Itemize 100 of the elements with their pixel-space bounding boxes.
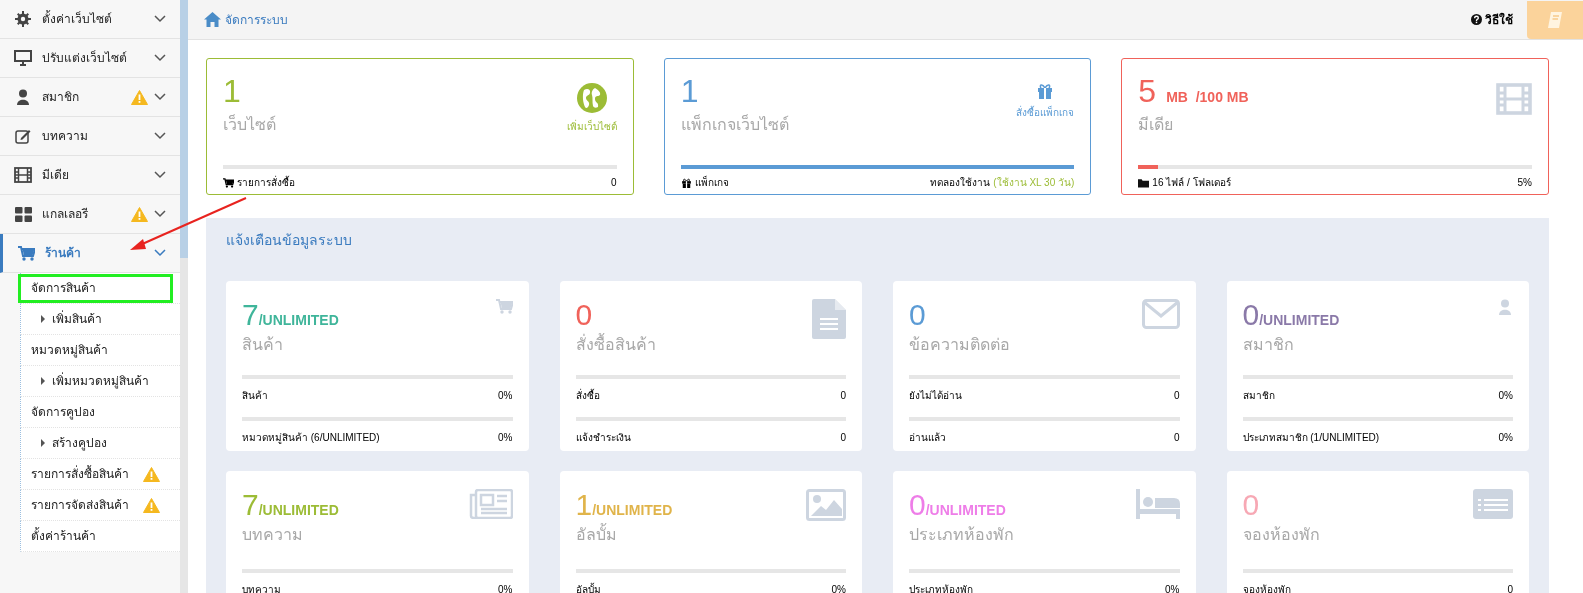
stat-label: เว็บไซต์ xyxy=(223,113,276,135)
grid-icon xyxy=(12,206,34,222)
book-icon xyxy=(1546,10,1564,29)
caret-icon xyxy=(41,315,45,323)
home-icon xyxy=(204,12,221,27)
stat-value: 0 xyxy=(909,299,926,331)
chevron-icon xyxy=(154,171,166,179)
folder-icon xyxy=(1138,177,1150,188)
row-label: อ่านแล้ว xyxy=(909,431,946,445)
row-label: อัลบั้ม xyxy=(575,582,601,593)
stat-label: บทความ xyxy=(242,525,304,545)
help-icon xyxy=(1471,14,1482,25)
breadcrumb-link[interactable]: จัดการระบบ xyxy=(225,10,288,29)
newspaper-icon xyxy=(468,489,513,519)
row-value: 0 xyxy=(1507,583,1513,593)
footer-note: (ใช้งาน XL 30 วัน) xyxy=(993,176,1075,190)
bed-icon xyxy=(1135,489,1180,519)
row-label: ประเภทห้องพัก xyxy=(909,583,973,593)
row-value: 0 xyxy=(840,389,846,403)
row-value: 0% xyxy=(831,583,846,593)
stat-label: แพ็กเกจเว็บไซต์ xyxy=(680,113,789,135)
cart-icon xyxy=(15,245,37,261)
stat-label: สินค้า xyxy=(242,335,284,355)
gear-icon xyxy=(12,11,34,27)
list-icon xyxy=(1473,489,1513,519)
stat-value: 1 xyxy=(680,73,699,109)
sidebar-item[interactable]: แกลเลอรี xyxy=(0,195,180,234)
stat-value: 7 xyxy=(242,489,259,521)
stat-value: 1 xyxy=(223,73,241,109)
panel-title: แจ้งเตือนข้อมูลระบบ xyxy=(226,231,353,251)
stat-value: 0 xyxy=(909,489,926,521)
footer-value: 5% xyxy=(1517,176,1532,190)
chevron-icon xyxy=(154,132,166,140)
edit-icon xyxy=(12,128,34,144)
row-value: 0% xyxy=(1498,431,1513,445)
row-label: สมาชิก xyxy=(1242,389,1275,403)
chevron-icon xyxy=(154,210,166,218)
row-label: บทความ xyxy=(242,583,281,593)
row-label: ยังไม่ได้อ่าน xyxy=(909,389,962,403)
chevron-icon xyxy=(154,249,166,257)
sidebar-item[interactable]: ตั้งค่าเว็บไซต์ xyxy=(0,0,180,39)
stat-label: มีเดีย xyxy=(1138,115,1175,135)
row-value: 0% xyxy=(498,583,513,593)
row-value: 0% xyxy=(1165,583,1180,593)
row-value: 0 xyxy=(840,431,846,445)
row-value: 0 xyxy=(1173,389,1180,403)
stat-value: 7 xyxy=(242,299,259,331)
stat-value: 5 xyxy=(1138,73,1157,109)
row-label: หมวดหมู่สินค้า (6/UNLIMITED) xyxy=(242,431,380,445)
footer-value: 0 xyxy=(611,176,617,190)
gift-icon xyxy=(680,177,692,188)
scrollbar-thumb[interactable] xyxy=(180,0,188,258)
footer-label: แพ็กเกจ xyxy=(694,175,729,190)
monitor-icon xyxy=(12,50,34,66)
sidebar-item[interactable]: มีเดีย xyxy=(0,156,180,195)
chevron-icon xyxy=(154,15,166,23)
gift-icon xyxy=(1037,83,1054,99)
footer-label: รายการสั่งซื้อ xyxy=(237,175,295,190)
stat-label: ข้อความติดต่อ xyxy=(909,335,1010,355)
row-label: แจ้งชำระเงิน xyxy=(575,431,631,445)
stat-label: จองห้องพัก xyxy=(1242,525,1320,545)
row-label: ประเภทสมาชิก (1/UNLIMITED) xyxy=(1242,431,1380,445)
manual-button[interactable] xyxy=(1527,0,1583,39)
film-icon xyxy=(1496,83,1532,115)
stat-unit: /UNLIMITED xyxy=(258,502,339,520)
row-label: สั่งซื้อ xyxy=(575,388,600,403)
row-label: สินค้า xyxy=(242,389,268,403)
sidebar-item[interactable]: สมาชิก xyxy=(0,78,180,117)
chevron-icon xyxy=(154,93,166,101)
footer-value: ทดลองใช้งาน xyxy=(930,176,991,190)
caret-icon xyxy=(41,377,45,385)
stat-value: 0 xyxy=(1242,299,1260,331)
stat-label: อัลบั้ม xyxy=(575,523,673,547)
stat-label: ประเภทห้องพัก xyxy=(909,525,1014,545)
globe-icon xyxy=(576,83,607,113)
film-icon xyxy=(12,167,34,183)
stat-label: สั่งซื้อสินค้า xyxy=(575,333,656,357)
stat-unit: MB /100 MB xyxy=(1166,88,1249,107)
row-value: 0% xyxy=(1498,389,1513,403)
stat-value: 1 xyxy=(575,489,593,521)
row-value: 0% xyxy=(498,431,513,445)
row-value: 0 xyxy=(1173,431,1180,445)
footer-label: 16 ไฟล์ / โฟลเดอร์ xyxy=(1152,176,1231,190)
submenu-item[interactable]: จัดการสินค้า xyxy=(18,273,173,303)
document-icon xyxy=(812,299,846,339)
stat-unit: /UNLIMITED xyxy=(592,502,673,520)
chevron-icon xyxy=(154,54,166,62)
help-link[interactable]: วิธีใช้ xyxy=(1471,10,1513,29)
row-value: 0% xyxy=(498,389,513,403)
stat-unit: /UNLIMITED xyxy=(1259,312,1340,330)
stat-unit: /UNLIMITED xyxy=(258,312,339,330)
stat-value: 0 xyxy=(575,299,593,331)
cart-icon xyxy=(223,177,234,188)
user-icon xyxy=(1497,299,1513,315)
stat-unit: /UNLIMITED xyxy=(925,502,1006,520)
envelope-icon xyxy=(1141,299,1180,329)
row-label: จองห้องพัก xyxy=(1242,583,1291,593)
stat-label: สมาชิก xyxy=(1242,335,1295,355)
caret-icon xyxy=(41,439,45,447)
stat-value: 0 xyxy=(1242,489,1260,521)
